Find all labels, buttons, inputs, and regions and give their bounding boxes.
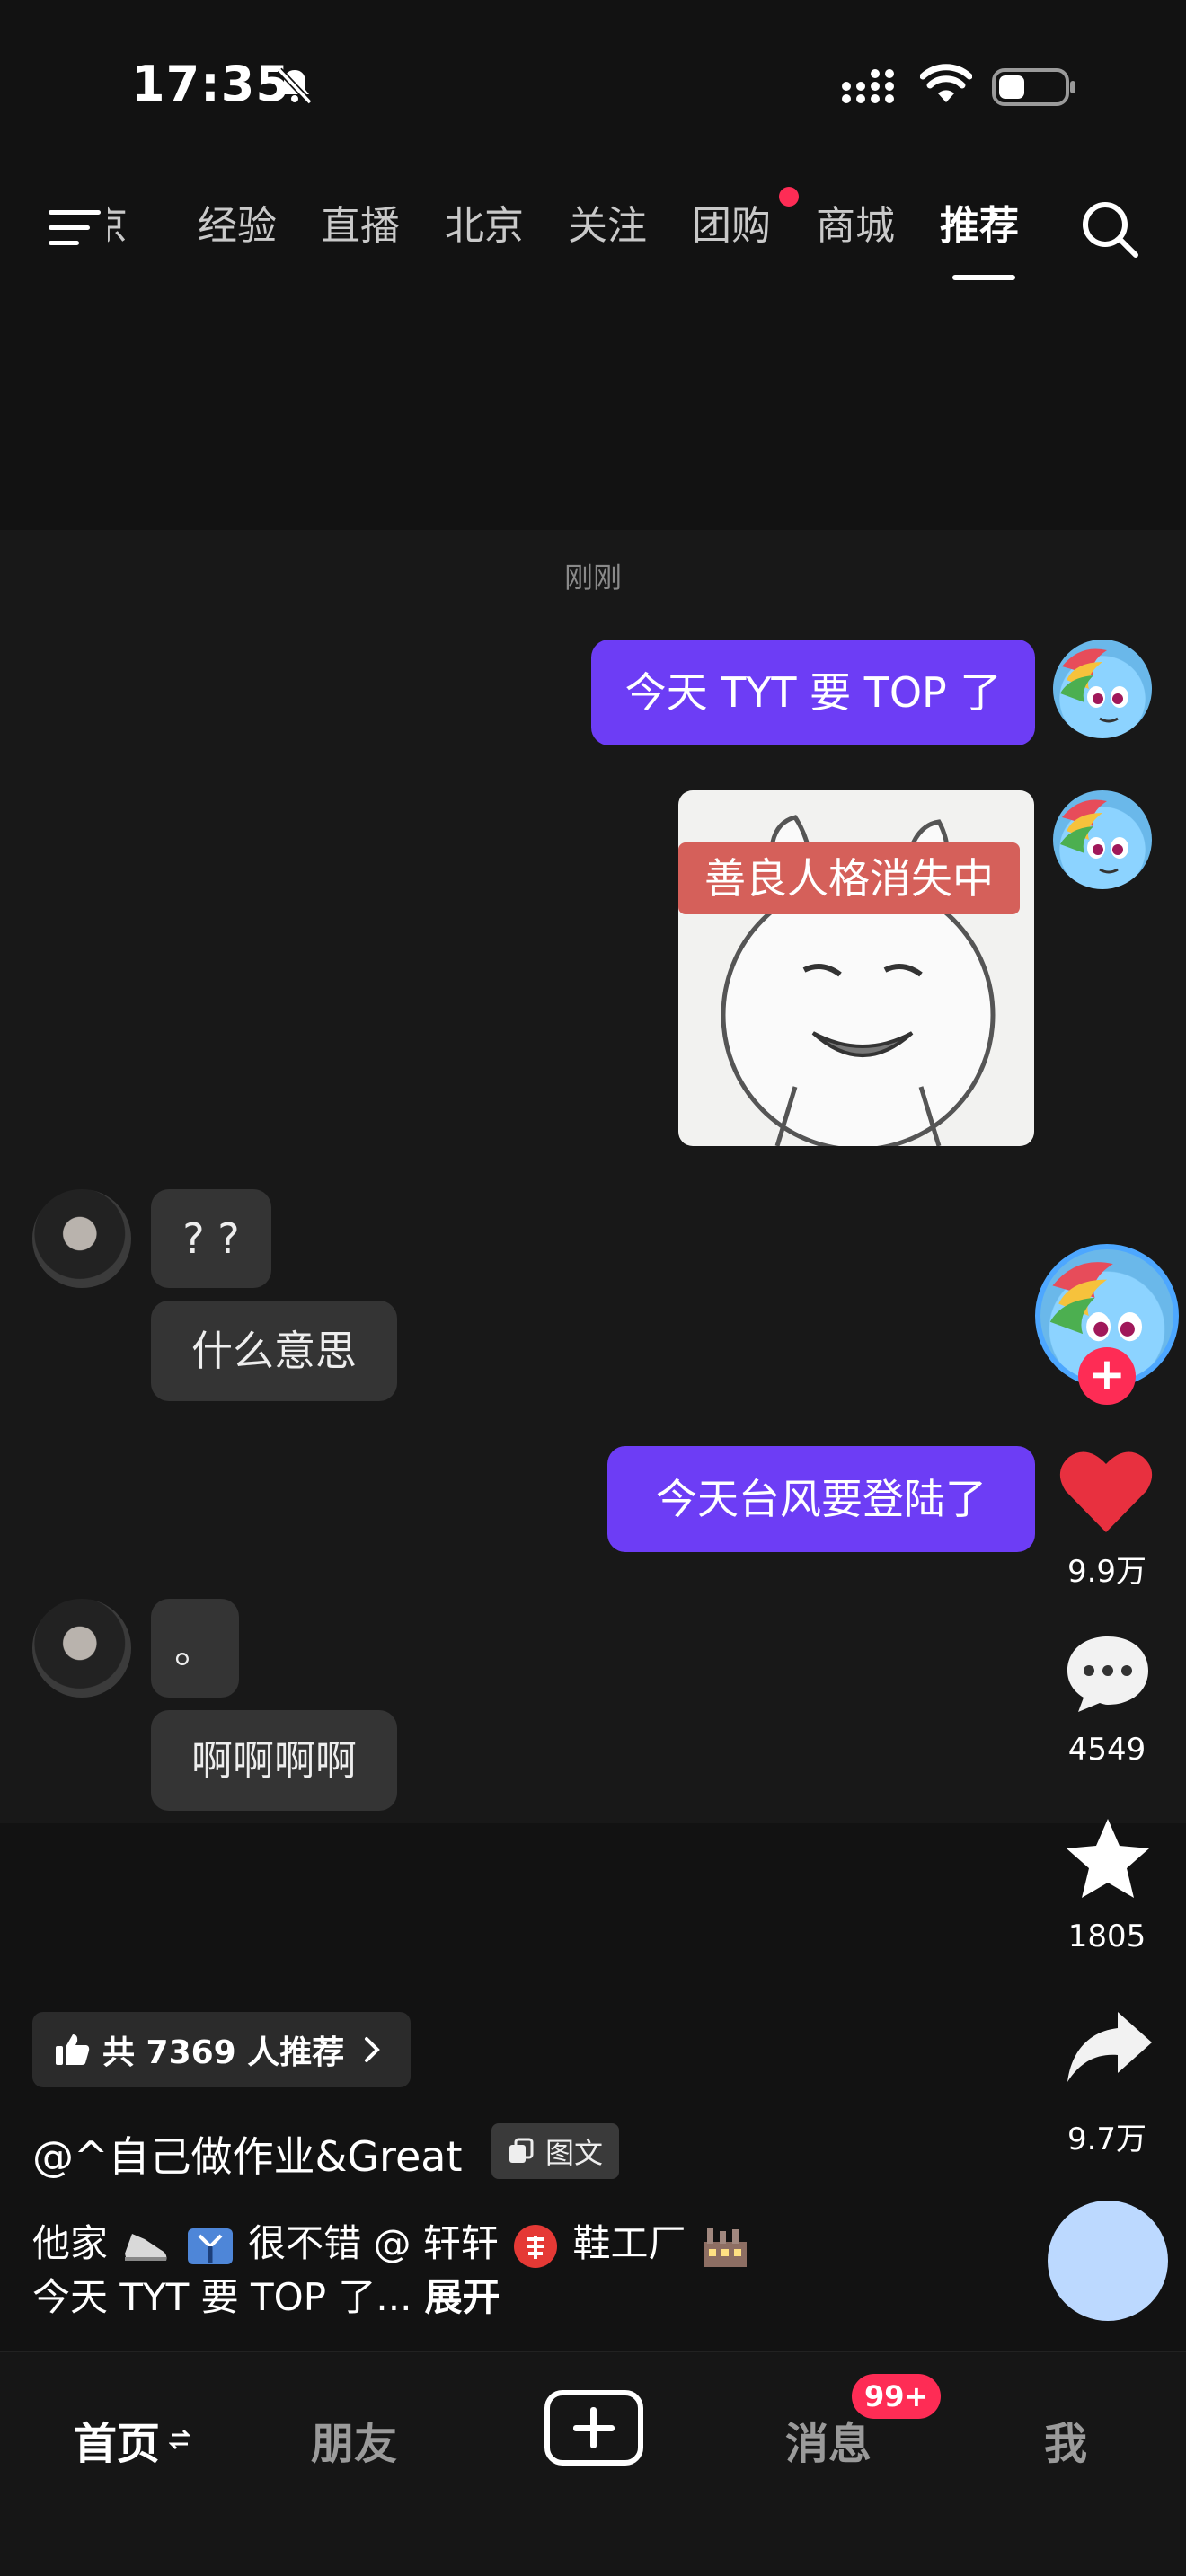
- comment-icon[interactable]: [1064, 1633, 1152, 1716]
- tab-beijing[interactable]: 北京: [445, 199, 524, 253]
- tab-experience[interactable]: 经验: [198, 199, 277, 253]
- music-disc[interactable]: [1048, 2201, 1168, 2321]
- share-icon[interactable]: [1066, 2010, 1154, 2084]
- expand-link[interactable]: 展开: [424, 2275, 500, 2319]
- post-description: 他家 很不错 @ 轩轩 鞋工厂: [32, 2213, 752, 2270]
- add-post-button[interactable]: [544, 2390, 643, 2466]
- bottom-nav: 首页 朋友 消息 99+ 我: [0, 2351, 1186, 2576]
- de-badge-emoji-icon: [514, 2224, 558, 2268]
- message-bubble-received: 。: [151, 1599, 239, 1698]
- meme-image[interactable]: 善良人格消失中: [678, 790, 1034, 1146]
- active-tab-indicator: [952, 275, 1015, 280]
- messages-badge: 99+: [852, 2374, 942, 2419]
- chat-timestamp: 刚刚: [563, 560, 622, 595]
- sneaker-emoji-icon: [125, 2233, 167, 2261]
- tab-group-buy[interactable]: 团购: [692, 199, 771, 253]
- thumbs-up-icon: [56, 2034, 90, 2065]
- bell-slash-icon: [277, 67, 313, 105]
- chevron-right-icon: [365, 2037, 381, 2062]
- factory-emoji-icon: [703, 2227, 747, 2267]
- post-type-label: 图文: [545, 2136, 604, 2170]
- tab-following[interactable]: 关注: [568, 199, 647, 253]
- top-nav: 京 经验 直播 北京 关注 团购 商城 推荐: [0, 171, 1186, 287]
- message-bubble-received: 什么意思: [151, 1301, 397, 1401]
- recommend-label: 共 7369 人推荐: [102, 2034, 345, 2071]
- avatar: [1053, 790, 1152, 889]
- heart-icon[interactable]: [1057, 1446, 1155, 1536]
- wifi-icon: [920, 64, 972, 102]
- comment-count: 4549: [1067, 1732, 1146, 1768]
- avatar: [32, 1189, 131, 1288]
- refresh-arrows-icon: [169, 2429, 190, 2450]
- tab-clip: 京: [108, 199, 157, 253]
- search-icon[interactable]: [1078, 198, 1141, 260]
- post-description-line2: 今天 TYT 要 TOP 了... 展开: [32, 2267, 500, 2322]
- status-bar: 17:35: [0, 0, 1186, 171]
- tab-recommend[interactable]: 推荐: [940, 199, 1019, 253]
- star-icon[interactable]: [1064, 1816, 1152, 1901]
- like-count: 9.9万: [1067, 1554, 1147, 1590]
- desc-text: 很不错 @ 轩轩: [248, 2221, 499, 2265]
- status-time: 17:35: [131, 56, 290, 112]
- follow-button[interactable]: +: [1078, 1347, 1136, 1405]
- pony-face-icon: [1060, 648, 1128, 723]
- nav-messages[interactable]: 消息: [785, 2408, 872, 2471]
- message-bubble-received: 啊啊啊啊: [151, 1710, 397, 1811]
- tab-mall[interactable]: 商城: [816, 199, 895, 253]
- desc-text: 今天 TYT 要 TOP 了...: [32, 2275, 412, 2319]
- desc-text: 他家: [32, 2221, 109, 2265]
- chat-screenshot: 刚刚 今天 TYT 要 TOP 了 善良人格消失中 ? ? 什么意思 今天台风要…: [0, 530, 1186, 1823]
- favorite-count: 1805: [1067, 1919, 1146, 1954]
- meme-caption: 善良人格消失中: [678, 842, 1020, 914]
- recommend-pill[interactable]: 共 7369 人推荐: [32, 2012, 412, 2087]
- post-type-badge: 图文: [491, 2123, 620, 2179]
- share-count: 9.7万: [1067, 2122, 1147, 2157]
- nav-me[interactable]: 我: [1044, 2408, 1087, 2471]
- menu-icon[interactable]: [47, 205, 102, 251]
- message-bubble-sent: 今天 TYT 要 TOP 了: [591, 640, 1035, 745]
- message-bubble-sent: 今天台风要登陆了: [607, 1446, 1035, 1552]
- pony-face-icon: [1060, 799, 1128, 874]
- avatar: [1053, 640, 1152, 738]
- avatar: [32, 1599, 131, 1698]
- desc-text: 鞋工厂: [572, 2221, 686, 2265]
- tab-partial[interactable]: 京: [108, 199, 128, 253]
- shirt-emoji-icon: [187, 2228, 233, 2264]
- nav-home[interactable]: 首页: [74, 2408, 160, 2471]
- tab-live[interactable]: 直播: [321, 199, 400, 253]
- author-name[interactable]: @^自己做作业&Great: [32, 2124, 463, 2183]
- notification-dot: [779, 187, 799, 207]
- signal-icon: [842, 69, 894, 103]
- image-post-icon: [509, 2138, 534, 2163]
- nav-friends[interactable]: 朋友: [311, 2408, 397, 2471]
- message-bubble-received: ? ?: [151, 1189, 271, 1288]
- battery-icon: [992, 68, 1075, 106]
